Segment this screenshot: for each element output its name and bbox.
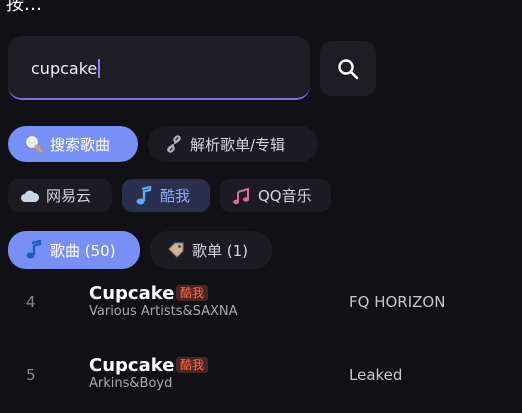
source-kuwo-chip[interactable]: 酷我 bbox=[122, 179, 210, 212]
song-rank: 4 bbox=[26, 293, 36, 311]
source-netease-chip[interactable]: 网易云 bbox=[8, 179, 112, 212]
tag-icon bbox=[166, 240, 186, 260]
song-title: Cupcake bbox=[89, 355, 175, 376]
song-row[interactable]: 4 Cupcake 酷我 Various Artists&SAXNA FQ HO… bbox=[0, 280, 522, 340]
link-icon bbox=[164, 134, 184, 154]
search-button[interactable] bbox=[320, 41, 376, 96]
music-note-icon bbox=[134, 185, 154, 206]
song-row[interactable]: 5 Cupcake 酷我 Arkins&Boyd Leaked bbox=[0, 352, 522, 412]
song-rank: 5 bbox=[26, 366, 36, 384]
source-qq-music-label: QQ音乐 bbox=[258, 187, 312, 205]
search-input-value: cupcake bbox=[31, 59, 101, 78]
mode-search-songs-label: 搜索歌曲 bbox=[50, 135, 111, 154]
text-caret bbox=[98, 59, 101, 78]
song-artist: Various Artists&SAXNA bbox=[89, 304, 238, 319]
tab-songs[interactable]: 歌曲 (50) bbox=[8, 231, 140, 269]
music-note-icon bbox=[24, 240, 44, 260]
song-title: Cupcake bbox=[89, 283, 175, 304]
magnifier-emoji-icon bbox=[24, 134, 44, 154]
search-icon bbox=[338, 58, 359, 79]
music-notes-icon bbox=[232, 186, 252, 206]
source-kuwo-label: 酷我 bbox=[160, 187, 191, 205]
source-netease-label: 网易云 bbox=[46, 187, 92, 205]
tab-playlists[interactable]: 歌单 (1) bbox=[150, 231, 272, 269]
song-album: FQ HORIZON bbox=[349, 293, 446, 311]
source-qq-music-chip[interactable]: QQ音乐 bbox=[220, 179, 331, 212]
tab-playlists-label: 歌单 (1) bbox=[192, 241, 249, 260]
tab-songs-label: 歌曲 (50) bbox=[50, 241, 116, 260]
song-artist: Arkins&Boyd bbox=[89, 376, 173, 391]
mode-search-songs-chip[interactable]: 搜索歌曲 bbox=[8, 126, 138, 162]
search-input[interactable]: cupcake bbox=[8, 36, 310, 100]
header-cut-off-text: 按… bbox=[6, 0, 42, 15]
song-album: Leaked bbox=[349, 366, 403, 384]
mode-parse-playlist-label: 解析歌单/专辑 bbox=[190, 135, 286, 154]
source-badge: 酷我 bbox=[176, 357, 209, 373]
mode-parse-playlist-chip[interactable]: 解析歌单/专辑 bbox=[148, 126, 318, 162]
source-badge: 酷我 bbox=[176, 285, 209, 301]
cloud-icon bbox=[20, 186, 40, 206]
